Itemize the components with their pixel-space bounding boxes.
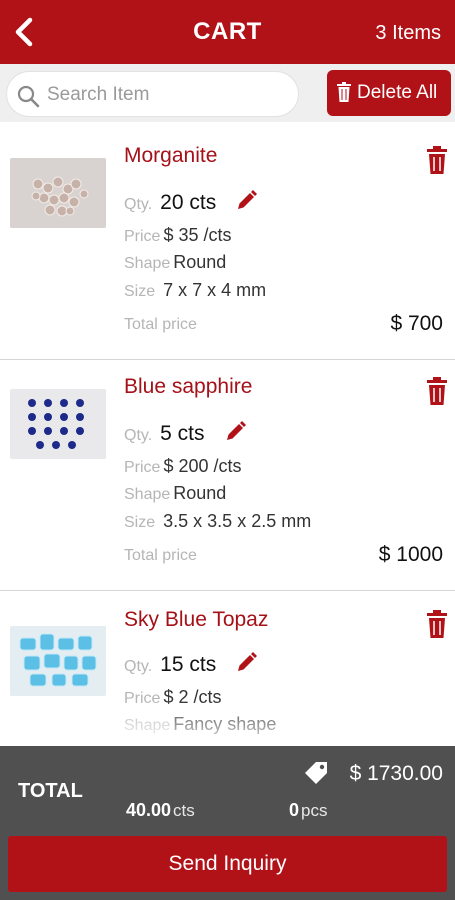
item-thumbnail[interactable] bbox=[10, 626, 106, 696]
item-name: Blue sapphire bbox=[124, 375, 253, 398]
shape-label: Shape bbox=[124, 717, 171, 734]
shape-row: Shape Round bbox=[124, 252, 226, 273]
cart-summary-footer: TOTAL $ 1730.00 40.00 cts 0 pcs Send Inqui… bbox=[0, 746, 455, 900]
gem-image-morganite bbox=[10, 158, 106, 228]
trash-icon bbox=[427, 377, 447, 405]
qty-row: Qty. 20 cts bbox=[124, 190, 258, 215]
gem-image-sky-blue-topaz bbox=[10, 626, 106, 696]
total-carats: 40.00 cts bbox=[126, 800, 195, 821]
delete-item-button[interactable] bbox=[426, 610, 448, 638]
pencil-icon bbox=[238, 652, 258, 671]
delete-all-button[interactable]: Delete All bbox=[327, 70, 451, 116]
total-label: TOTAL bbox=[18, 780, 83, 802]
price-label: Price bbox=[124, 228, 161, 245]
price-row: Price $ 200 /cts bbox=[124, 456, 242, 477]
cart-item: Blue sapphire Qty. 5 cts Price $ 200 /cts… bbox=[0, 361, 455, 591]
shape-value: Round bbox=[173, 252, 227, 272]
item-thumbnail[interactable] bbox=[10, 158, 106, 228]
size-row: Size 3.5 x 3.5 x 2.5 mm bbox=[124, 511, 311, 532]
search-bar: Delete All bbox=[0, 64, 455, 122]
carats-unit: cts bbox=[173, 801, 195, 820]
qty-value: 15 cts bbox=[160, 653, 217, 676]
qty-label: Qty. bbox=[124, 427, 153, 444]
shape-value: Fancy shape bbox=[173, 714, 277, 734]
price-label: Price bbox=[124, 459, 161, 476]
total-price-value: $ 1000 bbox=[378, 543, 443, 566]
size-value: 3.5 x 3.5 x 2.5 mm bbox=[163, 511, 312, 531]
edit-qty-button[interactable] bbox=[235, 652, 258, 674]
price-tag-icon bbox=[305, 762, 327, 784]
qty-row: Qty. 5 cts bbox=[124, 421, 246, 446]
cart-item: Sky Blue Topaz Qty. 15 cts Price $ 2 /cts… bbox=[0, 592, 455, 746]
qty-label: Qty. bbox=[124, 196, 153, 213]
size-label: Size bbox=[124, 514, 156, 531]
item-thumbnail[interactable] bbox=[10, 389, 106, 459]
trash-icon bbox=[427, 146, 447, 174]
price-value: $ 2 /cts bbox=[163, 687, 222, 707]
delete-item-button[interactable] bbox=[426, 146, 448, 174]
size-row: Size 7 x 7 x 4 mm bbox=[124, 280, 266, 301]
price-row: Price $ 35 /cts bbox=[124, 225, 232, 246]
qty-label: Qty. bbox=[124, 658, 153, 675]
total-price-label: Total price bbox=[124, 316, 197, 333]
shape-value: Round bbox=[173, 483, 227, 503]
carats-value: 40.00 bbox=[126, 800, 172, 820]
qty-row: Qty. 15 cts bbox=[124, 652, 258, 677]
total-price-label: Total price bbox=[124, 547, 197, 564]
shape-row: Shape Round bbox=[124, 483, 226, 504]
qty-value: 20 cts bbox=[160, 191, 217, 214]
send-inquiry-button[interactable]: Send Inquiry bbox=[8, 836, 447, 892]
trash-icon bbox=[337, 82, 351, 102]
price-value: $ 200 /cts bbox=[163, 456, 242, 476]
gem-image-blue-sapphire bbox=[10, 389, 106, 459]
search-box[interactable] bbox=[6, 71, 299, 117]
size-value: 7 x 7 x 4 mm bbox=[163, 280, 267, 300]
qty-value: 5 cts bbox=[160, 422, 205, 445]
pieces-value: 0 bbox=[289, 800, 300, 820]
total-price-value: $ 700 bbox=[390, 312, 443, 335]
pencil-icon bbox=[226, 421, 246, 440]
search-input[interactable] bbox=[47, 80, 287, 110]
edit-qty-button[interactable] bbox=[235, 190, 258, 212]
shape-row: Shape Fancy shape bbox=[124, 714, 276, 735]
trash-icon bbox=[427, 610, 447, 638]
delete-item-button[interactable] bbox=[426, 377, 448, 405]
price-value: $ 35 /cts bbox=[163, 225, 232, 245]
delete-all-label: Delete All bbox=[357, 82, 438, 103]
pieces-unit: pcs bbox=[301, 801, 328, 820]
shape-label: Shape bbox=[124, 255, 171, 272]
pencil-icon bbox=[238, 190, 258, 209]
item-count: 3 Items bbox=[375, 22, 441, 44]
shape-label: Shape bbox=[124, 486, 171, 503]
app-header: CART 3 Items bbox=[0, 0, 455, 64]
total-amount: $ 1730.00 bbox=[349, 762, 443, 785]
total-pieces: 0 pcs bbox=[289, 800, 327, 821]
price-label: Price bbox=[124, 690, 161, 707]
cart-item: Morganite Qty. 20 cts Price $ 35 /cts Sha… bbox=[0, 122, 455, 360]
item-name: Sky Blue Topaz bbox=[124, 608, 269, 631]
item-name: Morganite bbox=[124, 144, 218, 167]
price-row: Price $ 2 /cts bbox=[124, 687, 221, 708]
size-label: Size bbox=[124, 283, 156, 300]
edit-qty-button[interactable] bbox=[224, 421, 246, 443]
search-icon bbox=[17, 85, 40, 108]
